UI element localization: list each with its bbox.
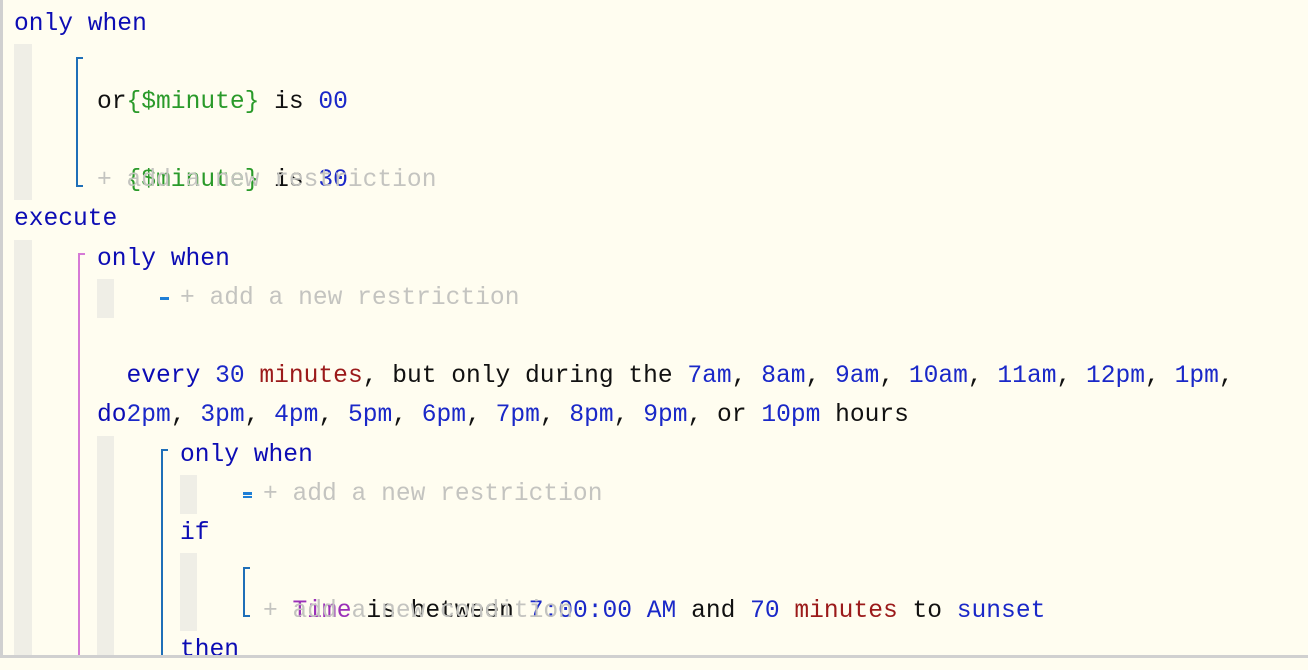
collapse-icon[interactable] bbox=[160, 297, 169, 300]
hour-token[interactable]: 8pm bbox=[569, 402, 613, 429]
bracket-bottom bbox=[243, 615, 250, 617]
hour-token[interactable]: 1pm bbox=[1175, 363, 1219, 390]
indent-gutter bbox=[97, 436, 114, 658]
add-restriction-link[interactable]: + add a new restriction bbox=[263, 475, 602, 514]
or-text: or bbox=[717, 402, 747, 429]
indent-gutter bbox=[180, 475, 197, 514]
condition-offset-unit[interactable]: minutes bbox=[794, 598, 897, 625]
restriction-bracket bbox=[76, 57, 78, 187]
add-restriction-link[interactable]: + add a new restriction bbox=[180, 279, 519, 318]
add-restriction-link[interactable]: + add a new restriction bbox=[97, 161, 436, 200]
condition-event[interactable]: sunset bbox=[957, 598, 1046, 625]
restriction-row[interactable]: {$minute} is 30 bbox=[97, 122, 348, 194]
below-border bbox=[0, 658, 1308, 668]
execute-only-when[interactable]: only when bbox=[97, 240, 230, 279]
indent-gutter bbox=[180, 553, 197, 631]
add-condition-link[interactable]: + add a new condition bbox=[263, 592, 573, 631]
condition-bracket bbox=[243, 567, 245, 617]
bracket-top bbox=[78, 253, 85, 255]
schedule-statement[interactable]: every 30 minutes, but only during the 7a… bbox=[97, 318, 1234, 390]
operator-token: is bbox=[274, 89, 304, 116]
hour-token[interactable]: 2pm bbox=[127, 402, 171, 429]
hour-token[interactable]: 6pm bbox=[422, 402, 466, 429]
indent-gutter bbox=[14, 44, 32, 200]
do-keyword[interactable]: do bbox=[97, 396, 127, 435]
hours-suffix: hours bbox=[835, 402, 909, 429]
schedule-statement-cont[interactable]: 2pm, 3pm, 4pm, 5pm, 6pm, 7pm, 8pm, 9pm, … bbox=[97, 357, 909, 429]
collapse-icon-line2 bbox=[243, 496, 252, 498]
indent-gutter bbox=[97, 279, 114, 318]
hour-token[interactable]: 4pm bbox=[274, 402, 318, 429]
do-bracket bbox=[161, 449, 163, 658]
root-only-when[interactable]: only when bbox=[14, 5, 147, 44]
do-only-when[interactable]: only when bbox=[180, 436, 313, 475]
hour-token[interactable]: 3pm bbox=[200, 402, 244, 429]
hour-token[interactable]: 10pm bbox=[761, 402, 820, 429]
if-keyword[interactable]: if bbox=[180, 514, 210, 553]
hour-token[interactable]: 5pm bbox=[348, 402, 392, 429]
indent-gutter bbox=[14, 240, 32, 658]
condition-offset[interactable]: 70 bbox=[750, 598, 780, 625]
bracket-top bbox=[243, 567, 250, 569]
bracket-top bbox=[76, 57, 83, 59]
restriction-row[interactable]: {$minute} is 00 bbox=[97, 44, 348, 116]
execute-bracket bbox=[78, 253, 80, 658]
hour-token[interactable]: 11am bbox=[997, 363, 1056, 390]
bracket-top bbox=[161, 449, 168, 451]
value-token[interactable]: 00 bbox=[318, 89, 348, 116]
hour-token[interactable]: 12pm bbox=[1086, 363, 1145, 390]
variable-token[interactable]: {$minute} bbox=[127, 89, 260, 116]
hour-token[interactable]: 9pm bbox=[643, 402, 687, 429]
hour-token[interactable]: 10am bbox=[909, 363, 968, 390]
execute-keyword[interactable]: execute bbox=[14, 200, 117, 239]
and-text: and bbox=[691, 598, 736, 625]
bracket-bottom bbox=[76, 185, 83, 187]
hour-token[interactable]: 7pm bbox=[496, 402, 540, 429]
restriction-joiner[interactable]: or bbox=[97, 83, 127, 122]
to-text: to bbox=[912, 598, 943, 625]
condition-row[interactable]: Time is between 7:00:00 AM and 70 minute… bbox=[263, 553, 1046, 625]
collapse-icon[interactable] bbox=[243, 492, 252, 495]
